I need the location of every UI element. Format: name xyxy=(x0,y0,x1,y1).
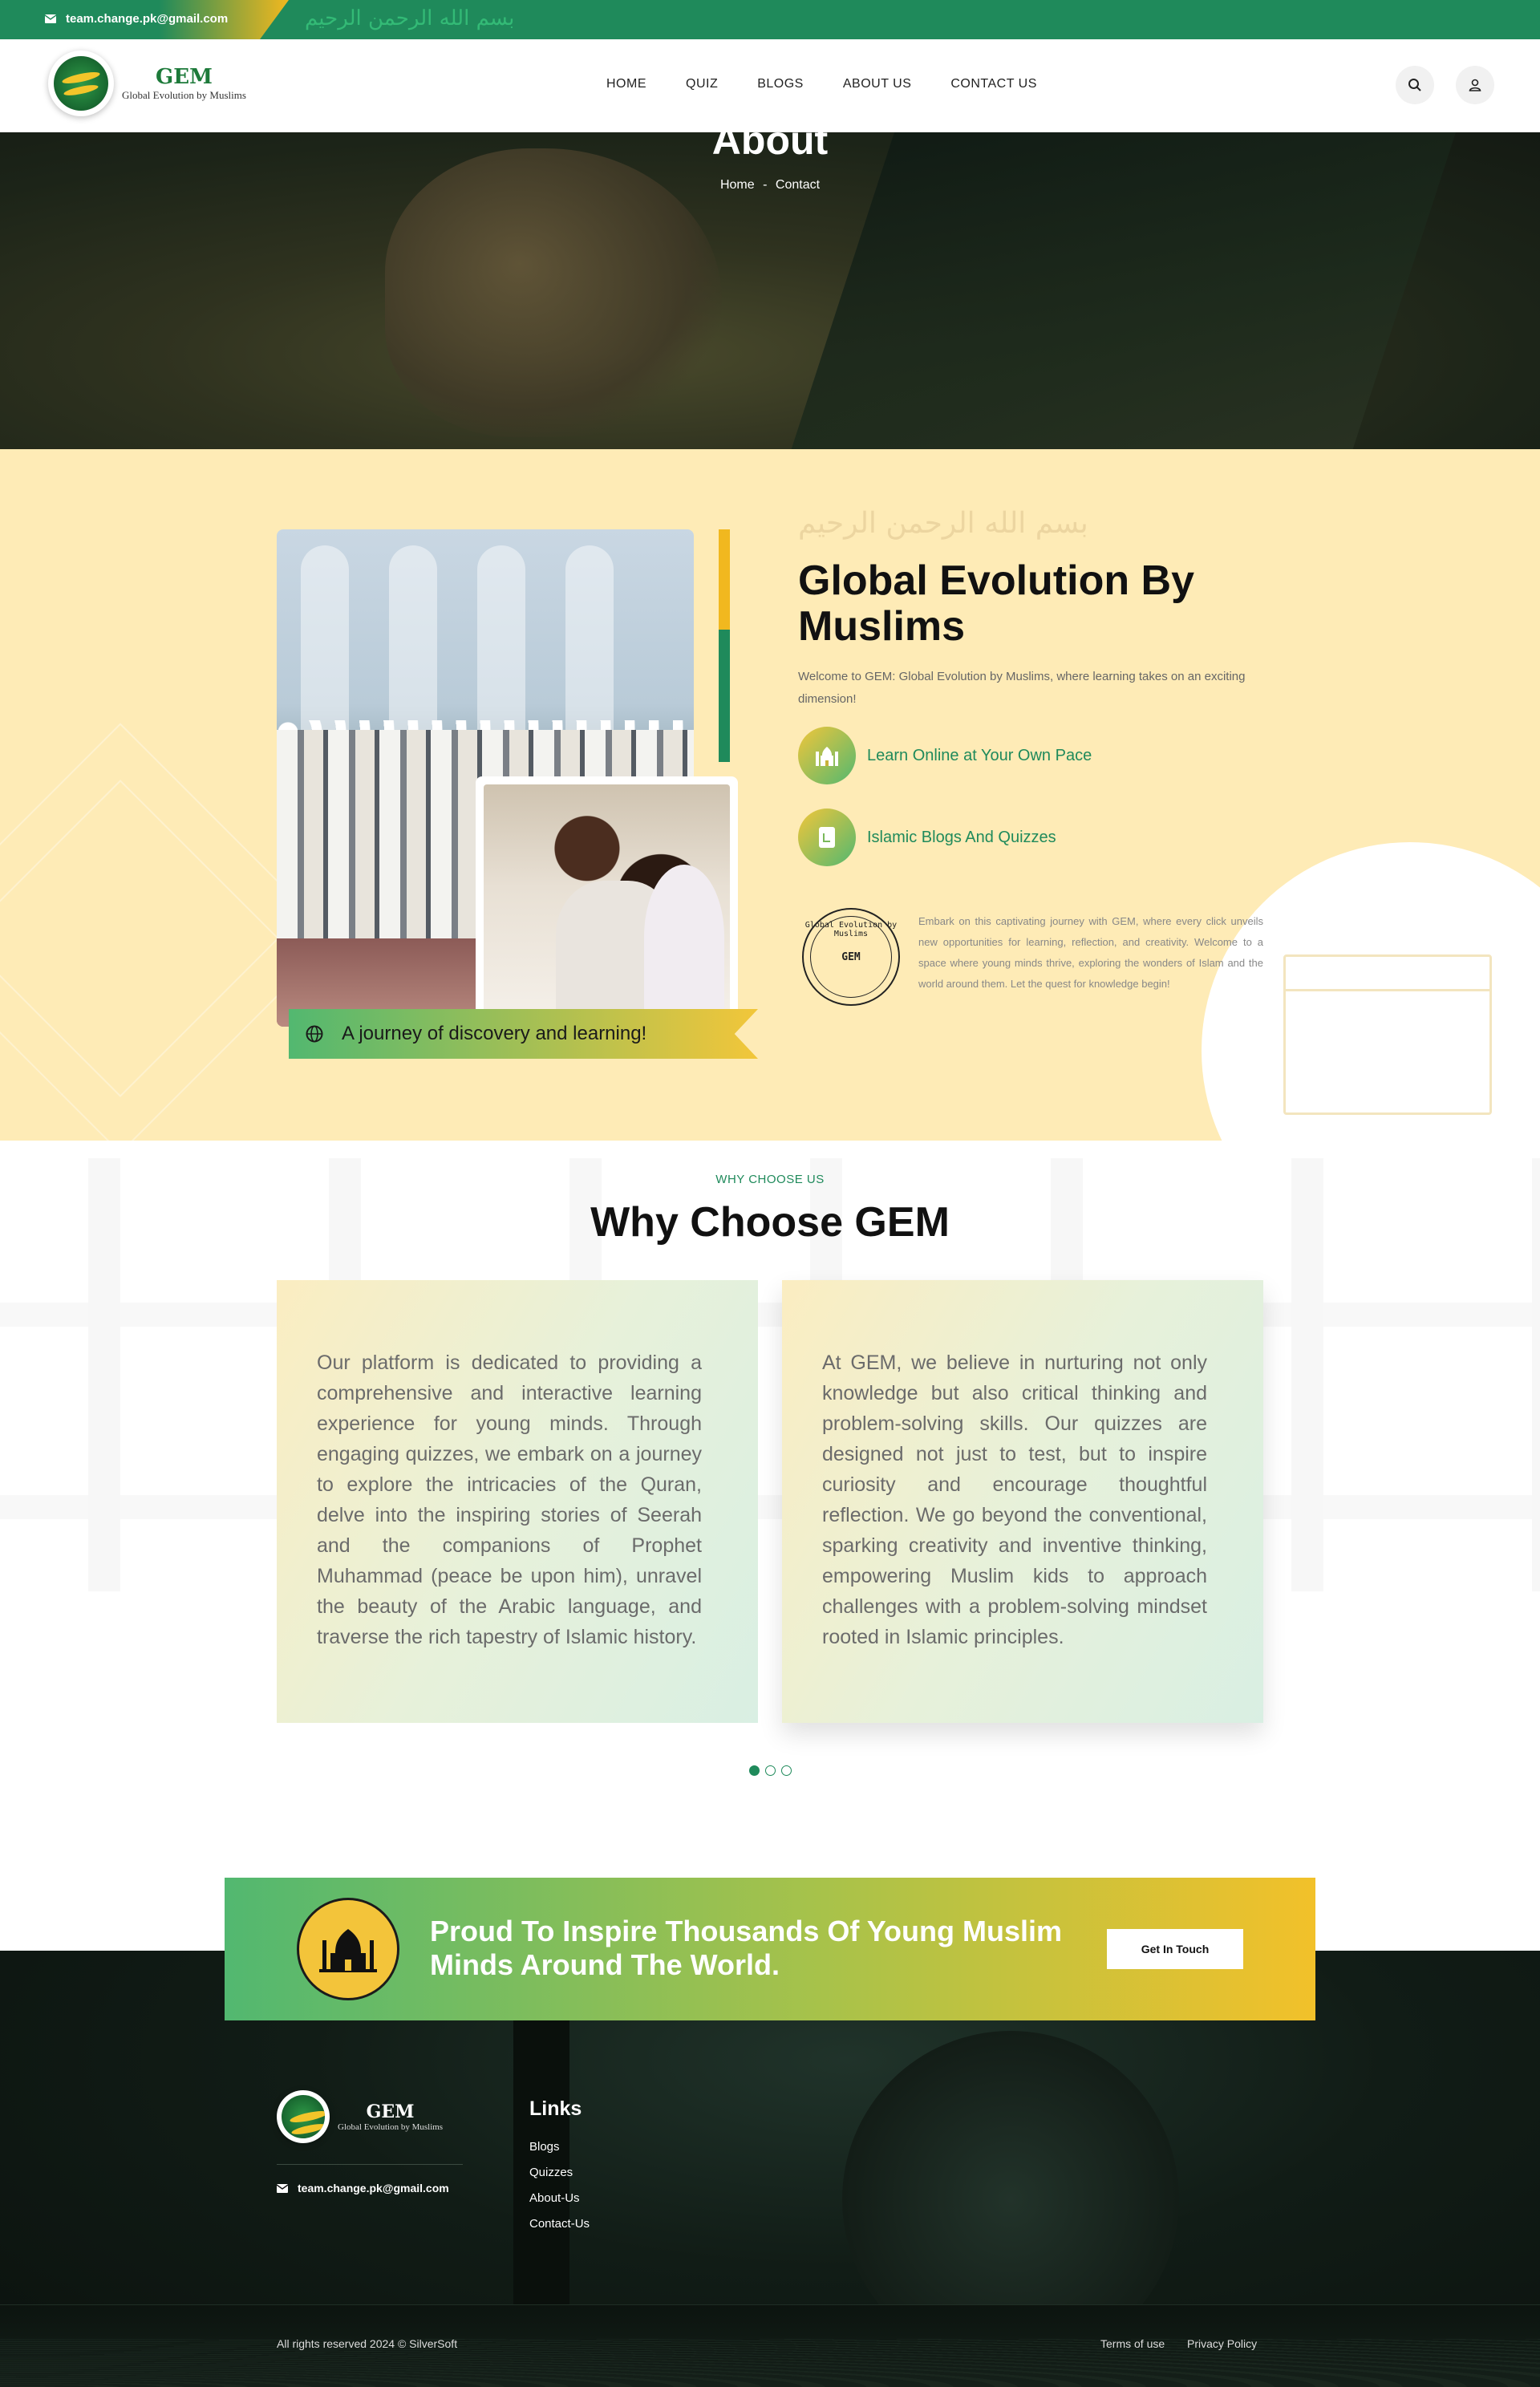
why-choose-section xyxy=(0,1158,1540,1768)
nav-contact-us[interactable]: CONTACT US xyxy=(950,77,1037,91)
feature-learn-online-label: Learn Online at Your Own Pace xyxy=(867,746,1092,764)
breadcrumb-current: Contact xyxy=(775,178,821,192)
search-icon xyxy=(1408,79,1421,91)
why-card-text: At GEM, we believe in nurturing not only… xyxy=(822,1352,1207,1648)
feature-blogs-quizzes: Islamic Blogs And Quizzes xyxy=(798,808,1056,866)
nav-about-us[interactable]: ABOUT US xyxy=(843,77,912,91)
footer-email-text: team.change.pk@gmail.com xyxy=(298,2182,449,2194)
footer-email[interactable]: team.change.pk@gmail.com xyxy=(277,2182,449,2194)
mail-icon xyxy=(45,14,56,23)
gem-stamp-badge: Global Evolution by Muslims GEM xyxy=(802,908,900,1006)
footer-link-blogs[interactable]: Blogs xyxy=(529,2140,590,2154)
account-button[interactable] xyxy=(1456,66,1494,104)
footer-link-contact-us[interactable]: Contact-Us xyxy=(529,2217,590,2231)
footer-logo-title: GEM xyxy=(366,2101,415,2122)
ribbon-text: A journey of discovery and learning! xyxy=(342,1023,647,1044)
section-kicker: WHY CHOOSE US xyxy=(715,1173,825,1186)
breadcrumb-separator: - xyxy=(763,178,768,192)
about-section xyxy=(0,449,1540,1141)
section-title: Why Choose GEM xyxy=(590,1199,950,1246)
bismillah-calligraphy-small: بسم الله الرحمن الرحيم xyxy=(798,507,1088,540)
book-icon xyxy=(798,808,856,866)
terms-link[interactable]: Terms of use xyxy=(1100,2337,1165,2350)
nav-home[interactable]: HOME xyxy=(606,77,646,91)
why-card-text: Our platform is dedicated to providing a… xyxy=(317,1352,702,1648)
site-logo[interactable]: GEM Global Evolution by Muslims xyxy=(48,51,246,116)
footer-logo-subtitle: Global Evolution by Muslims xyxy=(338,2122,444,2132)
nav-menu: HOME QUIZ BLOGS ABOUT US CONTACT US xyxy=(606,77,1037,91)
why-card: At GEM, we believe in nurturing not only… xyxy=(782,1280,1263,1723)
globe-outline-icon xyxy=(306,1025,323,1043)
top-bar-email-text: team.change.pk@gmail.com xyxy=(66,12,229,26)
top-bar-email[interactable]: team.change.pk@gmail.com xyxy=(45,12,228,26)
globe-icon xyxy=(282,2095,325,2138)
feature-blogs-quizzes-label: Islamic Blogs And Quizzes xyxy=(867,828,1056,846)
nav-quiz[interactable]: QUIZ xyxy=(686,77,718,91)
mosque-arch xyxy=(389,545,437,730)
accent-bar-yellow xyxy=(719,529,730,630)
mosque-arch xyxy=(301,545,349,730)
nav-blogs[interactable]: BLOGS xyxy=(757,77,804,91)
mosque-icon xyxy=(798,727,856,784)
bismillah-calligraphy: بسم الله الرحمن الرحيم xyxy=(305,6,515,30)
mosque-arch xyxy=(565,545,614,730)
journey-ribbon: A journey of discovery and learning! xyxy=(289,1009,758,1059)
search-button[interactable] xyxy=(1396,66,1434,104)
user-icon xyxy=(1469,79,1481,91)
privacy-link[interactable]: Privacy Policy xyxy=(1187,2337,1257,2350)
footer-bottom-bar xyxy=(0,2304,1540,2387)
breadcrumb-home[interactable]: Home xyxy=(720,178,755,192)
carousel-dot-3[interactable] xyxy=(781,1765,792,1776)
carousel-dot-2[interactable] xyxy=(765,1765,776,1776)
about-welcome-text: Welcome to GEM: Global Evolution by Musl… xyxy=(798,670,1246,706)
footer-logo-emblem xyxy=(277,2090,330,2143)
carousel-dot-1[interactable] xyxy=(749,1765,760,1776)
father-child-photo xyxy=(484,784,730,1013)
footer-link-quizzes[interactable]: Quizzes xyxy=(529,2166,590,2179)
mail-icon xyxy=(277,2183,288,2193)
logo-emblem xyxy=(48,51,114,116)
accent-bar-green xyxy=(719,630,730,762)
mosque-skyline-pattern xyxy=(0,2339,1540,2387)
mosque-dome-icon xyxy=(297,1898,399,2000)
cta-banner: Proud To Inspire Thousands Of Young Musl… xyxy=(225,1878,1315,2020)
footer-link-about-us[interactable]: About-Us xyxy=(529,2191,590,2205)
logo-title: GEM xyxy=(156,65,213,89)
page-title: About xyxy=(711,118,829,163)
footer-divider xyxy=(277,2164,463,2165)
get-in-touch-button[interactable]: Get In Touch xyxy=(1107,1929,1243,1969)
globe-icon xyxy=(54,56,108,111)
mosque-arch xyxy=(477,545,525,730)
father-child-image xyxy=(476,776,738,1021)
footer-links-title: Links xyxy=(529,2097,582,2120)
cta-text: Proud To Inspire Thousands Of Young Musl… xyxy=(430,1915,1063,1981)
logo-subtitle: Global Evolution by Muslims xyxy=(122,89,246,101)
top-bar: team.change.pk@gmail.com بسم الله الرحمن… xyxy=(0,0,1540,39)
about-description: Embark on this captivating journey with … xyxy=(918,915,1263,990)
copyright-text: All rights reserved 2024 © SilverSoft xyxy=(277,2337,458,2350)
footer-links: Blogs Quizzes About-Us Contact-Us xyxy=(529,2140,590,2231)
stamp-ring-text: Global Evolution by Muslims xyxy=(804,921,898,938)
why-card: Our platform is dedicated to providing a… xyxy=(277,1280,758,1723)
breadcrumb: Home - Contact xyxy=(0,178,1540,192)
feature-learn-online: Learn Online at Your Own Pace xyxy=(798,727,1092,784)
footer-logo[interactable]: GEM Global Evolution by Muslims xyxy=(277,2090,443,2143)
carousel-dots xyxy=(749,1765,792,1776)
about-heading: Global Evolution By Muslims xyxy=(798,557,1195,650)
kaaba-outline-icon xyxy=(1283,954,1492,1115)
